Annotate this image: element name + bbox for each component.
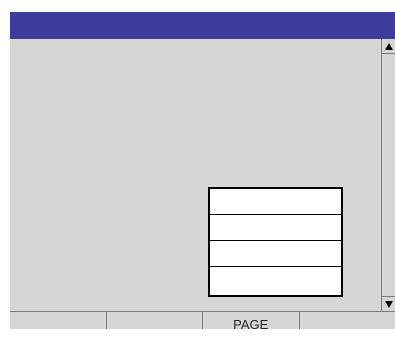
popup-list-item[interactable] [210, 241, 341, 267]
triangle-up-icon [385, 43, 393, 50]
popup-list-item[interactable] [210, 215, 341, 241]
softkey-1[interactable] [10, 312, 107, 329]
scroll-up-button[interactable] [382, 39, 395, 54]
vertical-scrollbar[interactable] [381, 39, 395, 311]
softkey-bar: PAGE [10, 311, 395, 329]
triangle-down-icon [385, 301, 393, 308]
app-window: PAGE [10, 12, 395, 329]
softkey-4[interactable] [300, 312, 395, 329]
popup-list-item[interactable] [210, 189, 341, 215]
title-bar [10, 12, 395, 39]
softkey-2[interactable] [107, 312, 204, 329]
popup-list-item[interactable] [210, 267, 341, 293]
popup-list [208, 187, 343, 297]
page-softkey[interactable]: PAGE [203, 312, 300, 329]
scroll-down-button[interactable] [382, 296, 395, 311]
